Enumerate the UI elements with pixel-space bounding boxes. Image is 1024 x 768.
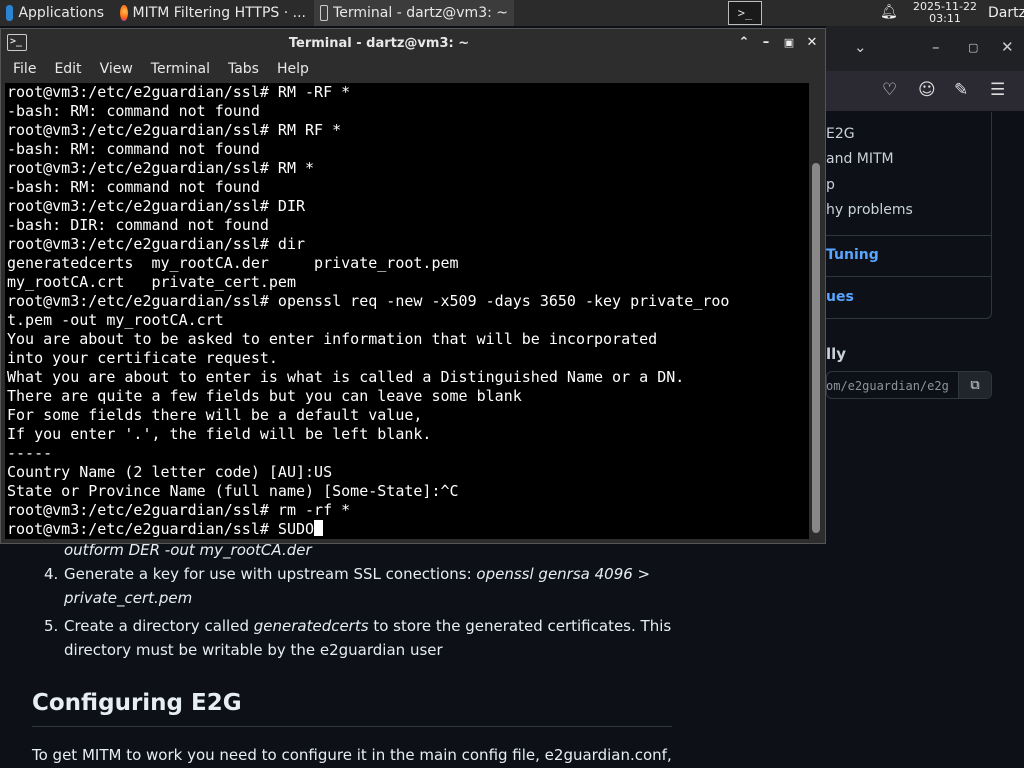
terminal-line: root@vm3:/etc/e2guardian/ssl# RM -RF * xyxy=(7,83,351,101)
applications-menu-button[interactable]: Applications xyxy=(0,0,110,26)
chevron-up-icon[interactable]: ⌃ xyxy=(734,33,754,53)
taskbar-terminal[interactable]: Terminal - dartz@vm3: ~ xyxy=(314,0,514,26)
account-icon[interactable]: ☺ xyxy=(918,80,936,100)
terminal-line: -bash: RM: command not found xyxy=(7,140,260,158)
toc-link[interactable]: hy problems xyxy=(826,202,913,218)
taskbar-firefox-label: MITM Filtering HTTPS · ... xyxy=(132,5,306,21)
browser-titlebar: ⌄ – ▢ ✕ xyxy=(826,26,1024,71)
menu-view[interactable]: View xyxy=(94,61,139,77)
terminal-line: State or Province Name (full name) [Some… xyxy=(7,482,459,500)
firefox-icon xyxy=(120,5,128,21)
menu-tabs[interactable]: Tabs xyxy=(222,61,265,77)
terminal-title: Terminal - dartz@vm3: ~ xyxy=(288,36,470,51)
terminal-line: root@vm3:/etc/e2guardian/ssl# dir xyxy=(7,235,306,253)
taskbar-firefox[interactable]: MITM Filtering HTTPS · ... xyxy=(114,0,312,26)
list-item: 4. Generate a key for use with upstream S… xyxy=(44,565,651,607)
copy-button[interactable]: ⧉ xyxy=(958,372,991,398)
terminal-lines: root@vm3:/etc/e2guardian/ssl# RM -RF * -b… xyxy=(7,83,729,539)
menu-file[interactable]: File xyxy=(7,61,42,77)
terminal-line: into your certificate request. xyxy=(7,349,278,367)
xfce-logo-icon xyxy=(6,5,14,21)
extensions-icon[interactable]: ✎ xyxy=(954,80,968,100)
terminal-line: If you enter '.', the field will be left… xyxy=(7,425,432,443)
list-item: 5. Create a directory called generatedcer… xyxy=(44,617,672,659)
browser-toolbar: ♡ ☺ ✎ ☰ xyxy=(826,71,1024,111)
terminal-line: You are about to be asked to enter infor… xyxy=(7,330,658,348)
terminal-line: generatedcerts my_rootCA.der private_roo… xyxy=(7,254,459,272)
section-heading: Configuring E2G xyxy=(32,690,242,716)
clock-time: 03:11 xyxy=(929,12,961,25)
close-icon[interactable]: ✕ xyxy=(1001,38,1014,56)
menu-icon[interactable]: ☰ xyxy=(990,80,1005,100)
text-cursor xyxy=(314,520,324,536)
terminal-line: t.pem -out my_rootCA.crt xyxy=(7,311,224,329)
toc-link[interactable]: p xyxy=(826,177,835,193)
maximize-icon[interactable]: ▣ xyxy=(779,33,799,53)
article-body: outform DER -out my_rootCA.der 4. Generat… xyxy=(32,538,672,666)
menu-help[interactable]: Help xyxy=(271,61,315,77)
clock[interactable]: 2025-11-22 03:11 xyxy=(908,1,982,25)
terminal-line: ----- xyxy=(7,444,53,462)
maximize-icon[interactable]: ▢ xyxy=(968,41,978,54)
menu-edit[interactable]: Edit xyxy=(48,61,87,77)
toc-link[interactable]: ues xyxy=(826,289,854,305)
taskbar-terminal-label: Terminal - dartz@vm3: ~ xyxy=(333,5,508,21)
terminal-line: root@vm3:/etc/e2guardian/ssl# RM * xyxy=(7,159,315,177)
terminal-line: root@vm3:/etc/e2guardian/ssl# rm -rf * xyxy=(7,501,351,519)
applications-label: Applications xyxy=(18,5,104,21)
terminal-line: root@vm3:/etc/e2guardian/ssl# DIR xyxy=(7,197,306,215)
menu-terminal[interactable]: Terminal xyxy=(145,61,216,77)
pocket-icon[interactable]: ♡ xyxy=(882,80,897,100)
chevron-down-icon[interactable]: ⌄ xyxy=(854,38,867,56)
clone-heading: lly xyxy=(826,345,847,363)
terminal-scrollbar[interactable] xyxy=(811,83,823,539)
terminal-line: -bash: RM: command not found xyxy=(7,102,260,120)
terminal-line: -bash: RM: command not found xyxy=(7,178,260,196)
notification-bell-icon[interactable]: 🔔︎ xyxy=(880,4,898,20)
minimize-icon[interactable]: – xyxy=(756,33,776,53)
terminal-icon xyxy=(320,5,329,21)
copy-icon: ⧉ xyxy=(970,377,980,393)
minimize-icon[interactable]: – xyxy=(932,38,940,56)
terminal-line: There are quite a few fields but you can… xyxy=(7,387,522,405)
close-icon[interactable]: ✕ xyxy=(802,33,822,53)
terminal-line: -bash: DIR: command not found xyxy=(7,216,269,234)
toc-link[interactable]: and MITM xyxy=(826,151,894,167)
terminal-line: For some fields there will be a default … xyxy=(7,406,423,424)
scrollbar-thumb[interactable] xyxy=(812,163,820,533)
top-panel: Applications MITM Filtering HTTPS · ... … xyxy=(0,0,1024,26)
terminal-line: root@vm3:/etc/e2guardian/ssl# openssl re… xyxy=(7,292,730,310)
toc-divider xyxy=(826,235,992,236)
terminal-line: root@vm3:/etc/e2guardian/ssl# RM RF * xyxy=(7,121,342,139)
toc-divider xyxy=(826,276,992,277)
user-menu[interactable]: Dartz xyxy=(988,5,1024,21)
paragraph: To get MITM to work you need to configur… xyxy=(32,746,672,764)
terminal-launcher-icon[interactable]: >_ xyxy=(728,1,762,25)
terminal-menubar: File Edit View Terminal Tabs Help xyxy=(1,57,825,81)
terminal-line: my_rootCA.crt private_cert.pem xyxy=(7,273,296,291)
terminal-line: What you are about to enter is what is c… xyxy=(7,368,685,386)
toc-link[interactable]: Tuning xyxy=(826,247,879,263)
terminal-line: Country Name (2 letter code) [AU]:US xyxy=(7,463,333,481)
terminal-window: >_ Terminal - dartz@vm3: ~ ⌃ – ▣ ✕ File … xyxy=(0,28,826,544)
terminal-line: root@vm3:/etc/e2guardian/ssl# SUDO xyxy=(7,520,729,539)
terminal-output[interactable]: root@vm3:/etc/e2guardian/ssl# RM -RF * -b… xyxy=(5,83,809,539)
toc-link[interactable]: E2G xyxy=(826,126,855,142)
terminal-titlebar[interactable]: >_ Terminal - dartz@vm3: ~ ⌃ – ▣ ✕ xyxy=(1,29,825,57)
clone-url-text: om/e2guardian/e2g xyxy=(826,379,949,393)
heading-rule xyxy=(32,726,672,727)
